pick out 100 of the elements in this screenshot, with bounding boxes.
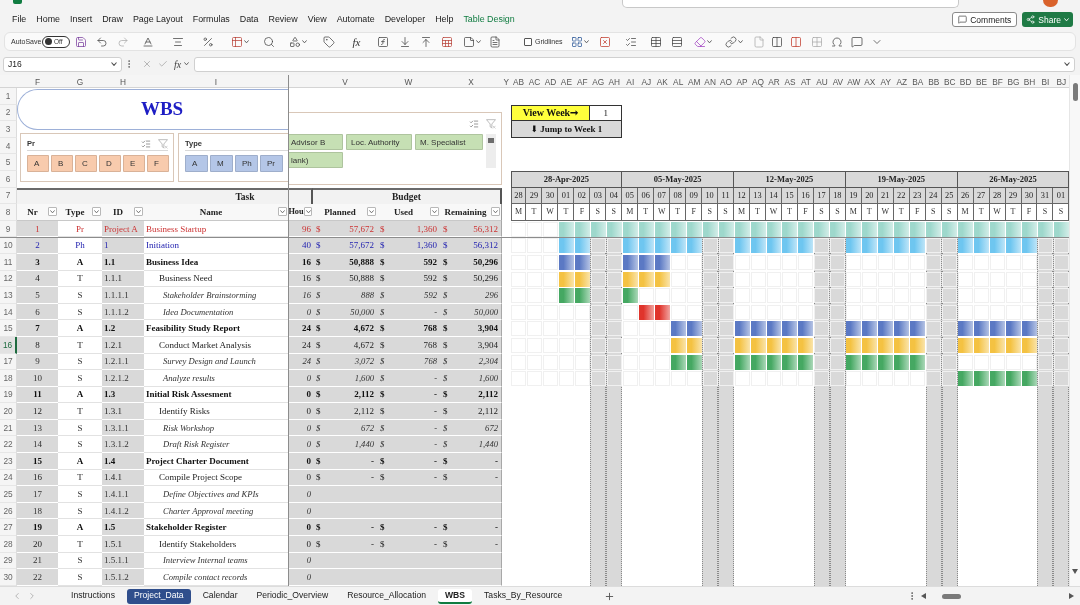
- menu-tab[interactable]: Insert: [65, 11, 98, 28]
- caret-down-icon[interactable]: [584, 39, 589, 44]
- column-header[interactable]: BJ: [1053, 75, 1070, 88]
- column-header[interactable]: Y: [502, 75, 511, 88]
- row-header[interactable]: 30: [0, 569, 17, 586]
- jump-to-week-button[interactable]: ⬇ Jump to Week 1: [510, 121, 623, 138]
- multi-select-icon[interactable]: [469, 118, 479, 129]
- row-header[interactable]: 18: [0, 370, 17, 387]
- table-icon[interactable]: [230, 35, 243, 48]
- name-box[interactable]: J16: [3, 56, 122, 72]
- function-icon[interactable]: [377, 35, 389, 48]
- column-header[interactable]: AC: [526, 75, 543, 88]
- column-header[interactable]: AR: [766, 75, 782, 88]
- insert-function-button[interactable]: fx: [174, 58, 182, 70]
- share-button[interactable]: Share: [1022, 12, 1073, 27]
- filter-dropdown-button[interactable]: [491, 207, 500, 217]
- column-header[interactable]: AX: [861, 75, 878, 88]
- menu-tab[interactable]: Home: [31, 11, 65, 28]
- filter-dropdown-button[interactable]: [134, 207, 143, 217]
- menu-tab[interactable]: Draw: [97, 11, 128, 28]
- comment-icon[interactable]: [851, 35, 863, 48]
- menu-tab[interactable]: Developer: [379, 11, 431, 28]
- shapes-icon[interactable]: [289, 35, 301, 48]
- menu-tab[interactable]: View: [302, 11, 332, 28]
- percent-icon[interactable]: [202, 35, 214, 48]
- column-header[interactable]: BI: [1037, 75, 1054, 88]
- column-header[interactable]: X: [440, 75, 502, 88]
- search-icon[interactable]: [262, 35, 275, 48]
- slicer-item[interactable]: Pr: [260, 155, 283, 172]
- caret-down-icon[interactable]: [1064, 62, 1070, 66]
- avatar-icon[interactable]: [1043, 0, 1058, 7]
- align-center-icon[interactable]: [171, 35, 184, 48]
- column-header[interactable]: BD: [957, 75, 974, 88]
- column-header[interactable]: H: [102, 75, 144, 88]
- menu-tab[interactable]: Table Design: [458, 11, 520, 28]
- sheet-tab[interactable]: Instructions: [64, 588, 122, 604]
- column-header[interactable]: BE: [973, 75, 990, 88]
- formula-input[interactable]: [194, 56, 1075, 72]
- search-field[interactable]: [622, 0, 959, 8]
- slicer-item[interactable]: M. Specialist: [415, 134, 483, 151]
- column-header[interactable]: AQ: [750, 75, 766, 88]
- column-header[interactable]: AS: [781, 75, 798, 88]
- undo-icon[interactable]: [95, 35, 108, 48]
- row-header[interactable]: 3: [0, 121, 17, 138]
- column-header[interactable]: G: [58, 75, 102, 88]
- column-header[interactable]: BG: [1005, 75, 1022, 88]
- sheet-tab[interactable]: Project_Data: [126, 588, 191, 604]
- row-header[interactable]: 27: [0, 519, 17, 537]
- menu-tab[interactable]: Help: [430, 11, 459, 28]
- column-header[interactable]: BB: [925, 75, 942, 88]
- document-icon[interactable]: [488, 35, 501, 48]
- comments-button[interactable]: Comments: [952, 12, 1018, 27]
- column-header[interactable]: BF: [989, 75, 1006, 88]
- column-header[interactable]: BH: [1021, 75, 1038, 88]
- week-number-field[interactable]: 1: [590, 104, 623, 122]
- sheet-tab[interactable]: Tasks_By_Resource: [477, 588, 570, 604]
- slicer-item[interactable]: lank): [288, 152, 343, 169]
- eraser-icon[interactable]: [694, 35, 706, 48]
- row-header[interactable]: 28: [0, 536, 17, 553]
- column-header[interactable]: BA: [909, 75, 926, 88]
- row-header[interactable]: 22: [0, 436, 17, 454]
- sheet-tab[interactable]: Periodic_Overview: [249, 588, 336, 604]
- columns-icon[interactable]: [790, 35, 802, 48]
- row-header[interactable]: 5: [0, 154, 17, 171]
- row-header[interactable]: 25: [0, 486, 17, 503]
- column-header[interactable]: AM: [686, 75, 703, 88]
- filter-dropdown-button[interactable]: [92, 207, 101, 217]
- menu-tab[interactable]: Page Layout: [127, 11, 188, 28]
- column-header[interactable]: W: [377, 75, 440, 88]
- caret-down-icon[interactable]: [738, 39, 743, 44]
- multi-select-icon[interactable]: [141, 139, 151, 149]
- slicer-item[interactable]: Loc. Authority: [346, 134, 412, 151]
- column-header[interactable]: AE: [558, 75, 575, 88]
- caret-down-icon[interactable]: [476, 39, 481, 44]
- slicer-item[interactable]: M: [210, 155, 233, 172]
- scroll-left-icon[interactable]: [921, 593, 926, 599]
- column-header[interactable]: AU: [813, 75, 830, 88]
- column-header[interactable]: AG: [590, 75, 607, 88]
- slicer-scrollbar[interactable]: [486, 134, 496, 169]
- menu-tab[interactable]: Formulas: [187, 11, 235, 28]
- column-header[interactable]: BC: [941, 75, 958, 88]
- slicer-item[interactable]: D: [99, 155, 121, 172]
- filter-dropdown-button[interactable]: [367, 207, 376, 217]
- column-header[interactable]: AI: [622, 75, 639, 88]
- slicer-item[interactable]: B: [51, 155, 73, 172]
- column-header[interactable]: I: [144, 75, 288, 88]
- row-header[interactable]: 13: [0, 287, 17, 304]
- caret-down-icon[interactable]: [243, 39, 249, 44]
- column-header[interactable]: V: [313, 75, 377, 88]
- row-header[interactable]: 8: [0, 204, 17, 221]
- sheet-icon[interactable]: [441, 35, 453, 48]
- column-header[interactable]: AJ: [638, 75, 655, 88]
- menu-tab[interactable]: Automate: [331, 11, 380, 28]
- grid-icon[interactable]: [571, 35, 583, 48]
- columns-icon[interactable]: [770, 35, 783, 48]
- caret-down-icon[interactable]: [184, 62, 190, 66]
- checklist-icon[interactable]: [624, 35, 637, 48]
- font-color-icon[interactable]: [142, 35, 154, 48]
- tag-icon[interactable]: [322, 35, 335, 48]
- column-header[interactable]: AO: [718, 75, 735, 88]
